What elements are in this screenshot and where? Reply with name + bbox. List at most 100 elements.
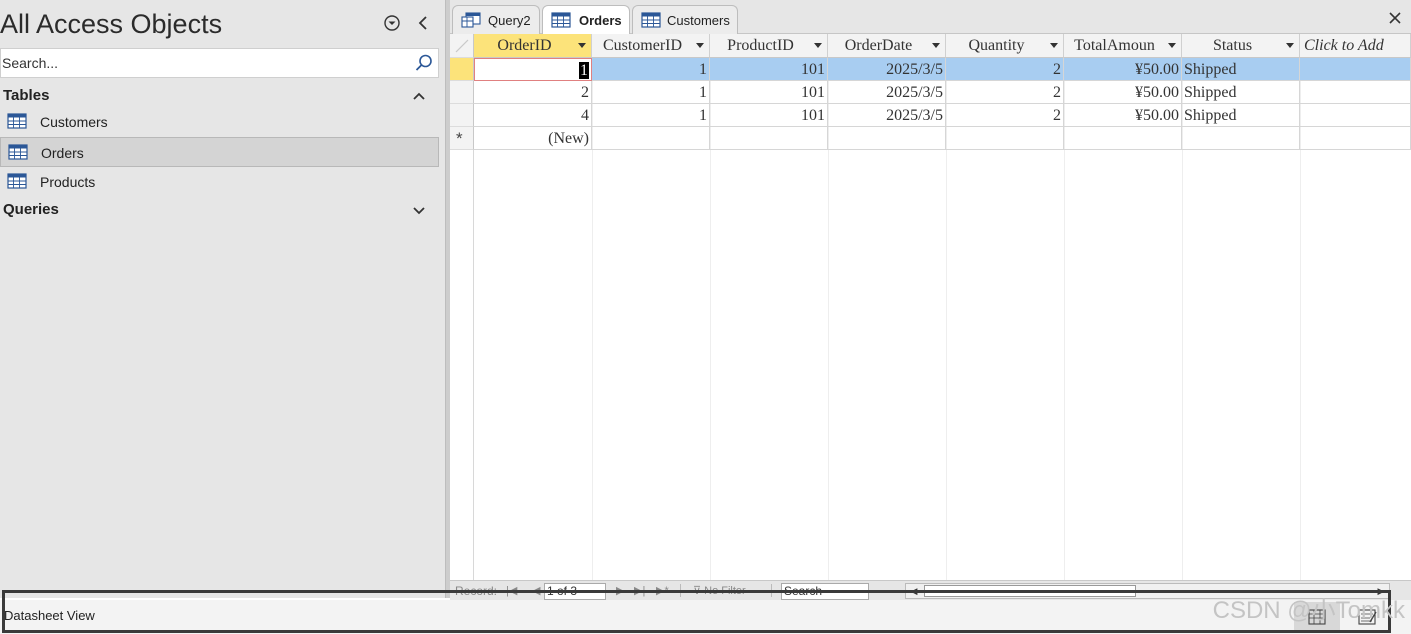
table-cell[interactable]: 1 — [592, 58, 710, 81]
table-cell[interactable]: 2025/3/5 — [828, 81, 946, 104]
scrollbar-thumb[interactable] — [924, 585, 1136, 597]
table-cell[interactable]: ¥50.00 — [1064, 58, 1182, 81]
new-record-cell[interactable]: (New) — [474, 127, 592, 150]
new-record-marker: * — [456, 129, 463, 148]
table-cell[interactable] — [1182, 127, 1300, 150]
column-header-quantity[interactable]: Quantity — [946, 34, 1064, 58]
table-cell[interactable]: Shipped — [1182, 58, 1300, 81]
search-icon[interactable] — [414, 53, 434, 73]
dropdown-arrow-icon[interactable] — [578, 43, 586, 49]
table-cell[interactable]: 101 — [710, 104, 828, 127]
new-record-row[interactable]: (New) — [474, 127, 1411, 150]
column-header-status[interactable]: Status — [1182, 34, 1300, 58]
table-cell[interactable] — [828, 127, 946, 150]
dropdown-arrow-icon[interactable] — [696, 43, 704, 49]
column-header-totalamount[interactable]: TotalAmoun — [1064, 34, 1182, 58]
row-selector[interactable] — [450, 104, 474, 127]
column-header-label: Click to Add — [1304, 37, 1384, 54]
tab-query2[interactable]: Query2 — [452, 5, 540, 34]
column-header-orderid[interactable]: OrderID — [474, 34, 592, 58]
chevron-down-icon — [411, 202, 427, 218]
record-search-input[interactable]: Search — [781, 583, 869, 600]
new-row-selector[interactable]: * — [450, 127, 474, 150]
status-bar: Datasheet View — [0, 600, 1411, 634]
table-cell[interactable]: 2 — [946, 81, 1064, 104]
cell-value: 1 — [579, 62, 589, 79]
first-record-icon[interactable]: |◀ — [506, 584, 517, 597]
last-record-icon[interactable]: ▶| — [634, 584, 645, 597]
tab-customers[interactable]: Customers — [632, 5, 738, 34]
table-cell[interactable]: 1 — [474, 58, 592, 81]
group-label-tables: Tables — [3, 87, 50, 104]
table-cell[interactable] — [946, 127, 1064, 150]
table-cell[interactable]: Shipped — [1182, 81, 1300, 104]
table-cell[interactable] — [710, 127, 828, 150]
table-cell[interactable] — [1300, 81, 1411, 104]
table-row[interactable]: 2 1 101 2025/3/5 2 ¥50.00 Shipped — [474, 81, 1411, 104]
document-tabs: Query2 Orders Customers — [450, 0, 1411, 35]
group-label-queries: Queries — [3, 201, 59, 218]
table-row[interactable]: 4 1 101 2025/3/5 2 ¥50.00 Shipped — [474, 104, 1411, 127]
table-cell[interactable] — [1300, 104, 1411, 127]
table-cell[interactable]: ¥50.00 — [1064, 81, 1182, 104]
nav-item-customers[interactable]: Customers — [0, 107, 439, 137]
dropdown-arrow-icon[interactable] — [1168, 43, 1176, 49]
close-icon[interactable] — [1385, 8, 1405, 28]
table-cell[interactable]: Shipped — [1182, 104, 1300, 127]
table-row[interactable]: 1 1 101 2025/3/5 2 ¥50.00 Shipped — [474, 58, 1411, 81]
table-cell[interactable]: 1 — [592, 104, 710, 127]
new-record-icon[interactable]: ▶* — [656, 584, 669, 597]
dropdown-arrow-icon[interactable] — [1286, 43, 1294, 49]
table-cell[interactable]: 101 — [710, 81, 828, 104]
column-header-label: Status — [1212, 37, 1253, 54]
column-header-customerid[interactable]: CustomerID — [592, 34, 710, 58]
nav-item-products[interactable]: Products — [0, 167, 439, 197]
nav-item-orders[interactable]: Orders — [0, 137, 439, 167]
table-cell[interactable] — [1300, 127, 1411, 150]
nav-item-label: Customers — [40, 114, 108, 130]
group-header-tables[interactable]: Tables — [0, 84, 439, 108]
row-selector[interactable] — [450, 81, 474, 104]
column-header-label: OrderID — [497, 37, 552, 54]
table-cell[interactable]: 4 — [474, 104, 592, 127]
group-header-queries[interactable]: Queries — [0, 198, 439, 222]
column-header-orderdate[interactable]: OrderDate — [828, 34, 946, 58]
dropdown-arrow-icon[interactable] — [814, 43, 822, 49]
table-icon — [7, 173, 27, 189]
table-cell[interactable]: 2025/3/5 — [828, 104, 946, 127]
table-cell[interactable] — [592, 127, 710, 150]
table-cell[interactable]: 2 — [946, 58, 1064, 81]
nav-pane-title: All Access Objects — [0, 9, 223, 39]
record-position-input[interactable]: 1 of 3 — [544, 583, 606, 600]
navigation-pane: All Access Objects Tables Customers Orde… — [0, 0, 445, 598]
tab-orders[interactable]: Orders — [542, 5, 630, 35]
row-selector[interactable] — [450, 58, 474, 81]
query-icon — [461, 12, 481, 28]
datasheet-grid: OrderID CustomerID ProductID OrderDate Q… — [450, 34, 1411, 580]
table-cell[interactable]: ¥50.00 — [1064, 104, 1182, 127]
select-all-button[interactable] — [450, 34, 474, 58]
table-cell[interactable]: 1 — [592, 81, 710, 104]
table-icon — [551, 12, 571, 28]
table-cell[interactable]: 101 — [710, 58, 828, 81]
filter-toggle-button[interactable]: ⊽ No Filter — [680, 584, 772, 597]
collapse-pane-icon[interactable] — [413, 13, 433, 33]
table-cell[interactable]: 2 — [946, 104, 1064, 127]
table-cell[interactable] — [1064, 127, 1182, 150]
nav-item-label: Products — [40, 174, 96, 190]
table-cell[interactable]: 2025/3/5 — [828, 58, 946, 81]
previous-record-icon[interactable]: ◀ — [532, 584, 540, 597]
table-cell[interactable]: 2 — [474, 81, 592, 104]
column-header-click-to-add[interactable]: Click to Add — [1300, 34, 1411, 58]
nav-menu-dropdown-icon[interactable] — [382, 13, 402, 33]
column-header-productid[interactable]: ProductID — [710, 34, 828, 58]
next-record-icon[interactable]: ▶ — [616, 584, 624, 597]
scroll-left-icon[interactable]: ◀ — [907, 585, 921, 597]
filter-icon: ⊽ — [693, 585, 702, 597]
nav-search-box — [0, 48, 439, 78]
dropdown-arrow-icon[interactable] — [932, 43, 940, 49]
dropdown-arrow-icon[interactable] — [1050, 43, 1058, 49]
nav-search-input[interactable] — [1, 49, 406, 77]
tab-label: Orders — [579, 13, 622, 28]
table-cell[interactable] — [1300, 58, 1411, 81]
